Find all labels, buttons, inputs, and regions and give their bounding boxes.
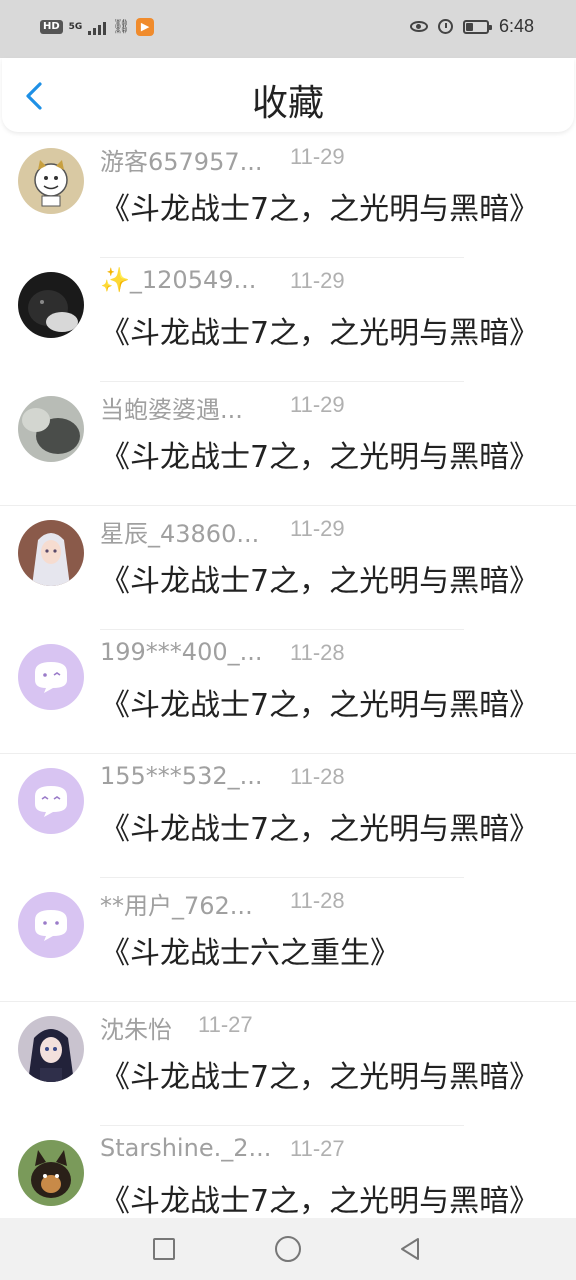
battery-icon <box>462 19 492 34</box>
circle-icon[interactable] <box>275 1236 301 1262</box>
signal-icon <box>88 19 107 35</box>
status-bar: HD 5G ⛓ ▶ 6:48 <box>0 0 576 58</box>
triangle-back-icon[interactable] <box>397 1236 423 1262</box>
avatar <box>18 396 84 462</box>
avatar <box>18 148 84 214</box>
network-label: 5G <box>68 21 83 32</box>
item-text: 《斗龙战士7之，之光明与黑暗》 <box>100 688 540 723</box>
list-item[interactable]: 游客657957... 11-29 《斗龙战士7之，之光明与黑暗》 <box>0 134 576 258</box>
item-date: 11-29 <box>290 144 345 169</box>
list-item[interactable]: 155***532_... 11-28 《斗龙战士7之，之光明与黑暗》 <box>0 754 576 878</box>
user-name: Starshine._2... <box>100 1134 272 1162</box>
item-text: 《斗龙战士六之重生》 <box>100 936 400 971</box>
user-name: ✨_120549... <box>100 266 257 294</box>
avatar <box>18 272 84 338</box>
list-item[interactable]: 星辰_43860... 11-29 《斗龙战士7之，之光明与黑暗》 <box>0 506 576 630</box>
status-right: 6:48 <box>409 16 534 37</box>
item-date: 11-27 <box>290 1136 345 1161</box>
system-nav-bar <box>0 1218 576 1280</box>
list-item[interactable]: ✨_120549... 11-29 《斗龙战士7之，之光明与黑暗》 <box>0 258 576 382</box>
item-date: 11-28 <box>290 764 345 789</box>
square-icon[interactable] <box>153 1238 175 1260</box>
item-text: 《斗龙战士7之，之光明与黑暗》 <box>100 192 540 227</box>
list-item[interactable]: 当蚫婆婆遇... 11-29 《斗龙战士7之，之光明与黑暗》 <box>0 382 576 506</box>
item-text: 《斗龙战士7之，之光明与黑暗》 <box>100 812 540 847</box>
item-date: 11-28 <box>290 640 345 665</box>
app-notification-icon: ▶ <box>136 18 155 36</box>
avatar <box>18 644 84 710</box>
app-header: 收藏 <box>2 58 574 132</box>
list-item[interactable]: **用户_762... 11-28 《斗龙战士六之重生》 <box>0 878 576 1002</box>
item-text: 《斗龙战士7之，之光明与黑暗》 <box>100 1060 540 1095</box>
item-date: 11-27 <box>198 1012 253 1037</box>
user-name: 199***400_... <box>100 638 263 666</box>
item-date: 11-28 <box>290 888 345 913</box>
list-item[interactable]: 沈朱怡 11-27 《斗龙战士7之，之光明与黑暗》 <box>0 1002 576 1126</box>
avatar <box>18 768 84 834</box>
avatar <box>18 520 84 586</box>
avatar <box>18 1140 84 1206</box>
alarm-icon <box>437 19 453 34</box>
link-icon: ⛓ <box>112 19 131 35</box>
item-date: 11-29 <box>290 392 345 417</box>
item-text: 《斗龙战士7之，之光明与黑暗》 <box>100 1184 540 1219</box>
user-name: 当蚫婆婆遇... <box>100 396 243 424</box>
user-name: **用户_762... <box>100 892 253 920</box>
item-text: 《斗龙战士7之，之光明与黑暗》 <box>100 316 540 351</box>
user-name: 游客657957... <box>100 148 263 176</box>
item-text: 《斗龙战士7之，之光明与黑暗》 <box>100 440 540 475</box>
avatar <box>18 892 84 958</box>
hd-badge: HD <box>40 20 63 34</box>
avatar <box>18 1016 84 1082</box>
clock: 6:48 <box>498 16 534 36</box>
user-name: 沈朱怡 <box>100 1016 172 1044</box>
favorites-list: 游客657957... 11-29 《斗龙战士7之，之光明与黑暗》 ✨_1205… <box>0 134 576 1250</box>
user-name: 155***532_... <box>100 762 263 790</box>
item-text: 《斗龙战士7之，之光明与黑暗》 <box>100 564 540 599</box>
item-date: 11-29 <box>290 268 345 293</box>
page-title: 收藏 <box>251 83 324 124</box>
status-left: HD 5G ⛓ ▶ <box>40 18 155 36</box>
user-name: 星辰_43860... <box>100 520 260 548</box>
list-item[interactable]: 199***400_... 11-28 《斗龙战士7之，之光明与黑暗》 <box>0 630 576 754</box>
eye-icon <box>409 21 428 32</box>
item-date: 11-29 <box>290 516 345 541</box>
